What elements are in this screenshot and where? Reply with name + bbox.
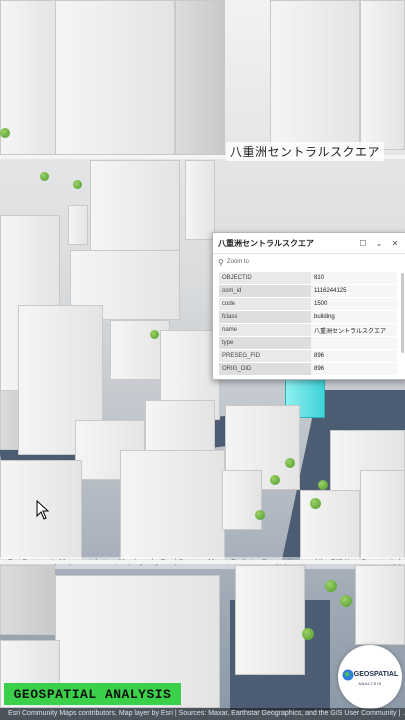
search-icon: ⚲ <box>218 257 224 267</box>
tree <box>285 458 295 468</box>
tree <box>340 595 352 607</box>
attribute-key: name <box>219 323 311 337</box>
popup-header: 八重洲セントラルスクエア ☐ ⌄ ✕ <box>213 233 405 254</box>
attribute-row: OBJECTID 810 <box>219 272 397 285</box>
building <box>222 470 262 530</box>
building <box>355 565 405 645</box>
tree <box>302 628 314 640</box>
attribution-bar: Esri Community Maps contributors, Map la… <box>0 708 405 720</box>
tree <box>318 480 328 490</box>
attribute-row: PRESEG_FID 896 <box>219 349 397 363</box>
building <box>68 205 88 245</box>
attribute-key: PRESEG_FID <box>219 349 311 363</box>
building <box>300 490 360 560</box>
building <box>185 160 215 240</box>
attribute-row: code 1500 <box>219 297 397 311</box>
building-map-label: 八重洲セントラルスクエア <box>226 142 385 161</box>
feature-popup[interactable]: 八重洲セントラルスクエア ☐ ⌄ ✕ ⚲ Zoom to OBJECTID 810… <box>212 232 405 380</box>
attribute-row: type <box>219 336 397 350</box>
attribute-value <box>311 336 397 350</box>
attribute-value: 1116244125 <box>311 284 397 298</box>
attribute-key: code <box>219 297 311 311</box>
tree <box>270 475 280 485</box>
attribute-row: name 八重洲セントラルスクエア <box>219 323 397 337</box>
close-icon[interactable]: ✕ <box>389 237 401 249</box>
building <box>360 0 405 150</box>
tree <box>40 172 49 181</box>
logo-text-primary: GEOSPATIAL <box>353 671 399 678</box>
popup-title: 八重洲セントラルスクエア <box>218 238 314 248</box>
building <box>90 160 180 260</box>
attribute-key: fclass <box>219 310 311 324</box>
globe-icon <box>342 669 354 680</box>
attribute-row: osm_id 1116244125 <box>219 284 397 298</box>
building <box>175 0 225 155</box>
tree <box>255 510 265 520</box>
building <box>360 470 405 560</box>
tree <box>0 128 10 138</box>
channel-logo: GEOSPATIAL ANALYSIS <box>338 645 402 709</box>
attribute-value: 896 <box>311 349 397 363</box>
attribute-value: 1500 <box>311 297 397 311</box>
building <box>55 0 175 155</box>
building <box>0 565 55 635</box>
mouse-cursor-icon <box>36 500 50 520</box>
tree <box>325 580 337 592</box>
building <box>270 0 360 150</box>
attribute-row: fclass building <box>219 310 397 324</box>
tree <box>310 498 321 509</box>
attribute-key: OBJECTID <box>219 272 311 285</box>
zoom-to-link[interactable]: ⚲ Zoom to <box>213 254 405 270</box>
maximize-icon[interactable]: ☐ <box>357 237 369 249</box>
tree <box>73 180 82 189</box>
channel-banner: GEOSPATIAL ANALYSIS <box>4 683 181 705</box>
logo-text-secondary: ANALYSIS <box>358 680 382 686</box>
building <box>120 450 225 560</box>
attribute-key: type <box>219 336 311 350</box>
attribute-value: building <box>311 310 397 324</box>
attribute-row: ORIG_OID 896 <box>219 362 397 376</box>
attribute-value: 896 <box>311 362 397 376</box>
popup-scrollbar[interactable] <box>401 273 404 353</box>
chevron-down-icon[interactable]: ⌄ <box>373 237 385 249</box>
panel-divider <box>0 560 405 564</box>
attribute-value: 八重洲セントラルスクエア <box>311 323 397 337</box>
attribute-key: osm_id <box>219 284 311 298</box>
attribute-key: ORIG_OID <box>219 362 311 376</box>
zoom-to-label: Zoom to <box>226 259 249 265</box>
attribute-table: OBJECTID 810 osm_id 1116244125 code 1500 fc… <box>219 272 397 376</box>
building <box>235 565 305 675</box>
attribute-value: 810 <box>311 272 397 285</box>
tree <box>150 330 159 339</box>
